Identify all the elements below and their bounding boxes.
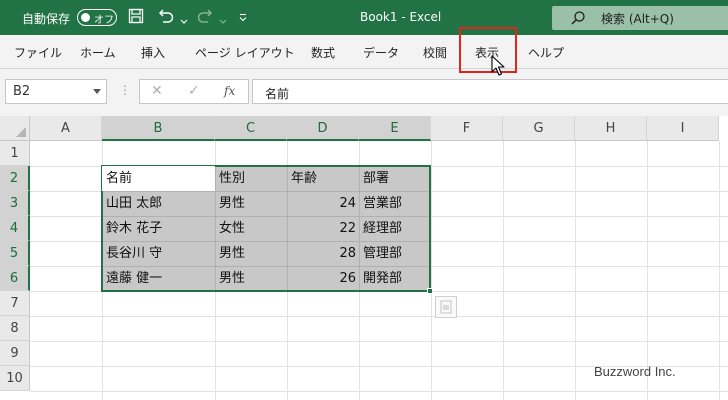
customize-toolbar-icon[interactable] [238, 12, 248, 26]
cell-b6[interactable]: 遠藤 健一 [106, 267, 211, 291]
formula-content: 名前 [265, 87, 290, 101]
gridline [30, 341, 728, 342]
tab-page-layout[interactable]: ページ レイアウト [195, 44, 295, 61]
name-box[interactable]: B2 [5, 79, 107, 104]
column-header-f[interactable]: F [431, 116, 503, 141]
formula-bar-area: B2 ⋮ ✕ ✓ fx 名前 [0, 69, 728, 116]
tab-review[interactable]: 校閲 [423, 44, 447, 61]
column-header-d[interactable]: D [287, 116, 359, 141]
toggle-knob [81, 12, 90, 22]
name-box-dropdown-icon[interactable] [93, 89, 101, 94]
fill-handle[interactable] [427, 288, 433, 294]
selection-gridline [215, 167, 216, 290]
select-all-icon [16, 127, 26, 137]
row-header-7[interactable]: 7 [0, 291, 30, 316]
undo-icon[interactable] [157, 8, 175, 27]
cell-e2[interactable]: 部署 [363, 167, 427, 191]
cell-b3[interactable]: 山田 太郎 [106, 192, 211, 216]
tab-view-highlight [459, 27, 517, 73]
cancel-icon[interactable]: ✕ [151, 83, 163, 99]
worksheet-grid[interactable]: A B C D E F G H I 1 2 3 4 5 6 7 8 9 10 名… [0, 116, 728, 400]
tab-formulas[interactable]: 数式 [311, 44, 335, 61]
gridline [647, 141, 648, 400]
save-icon[interactable] [128, 8, 144, 27]
cell-b2[interactable]: 名前 [106, 167, 211, 191]
formula-bar-resize-icon[interactable]: ⋮ [119, 83, 131, 97]
cell-d2[interactable]: 年齢 [291, 167, 355, 191]
watermark-text: Buzzword Inc. [594, 364, 676, 379]
undo-dropdown-icon[interactable] [180, 14, 188, 28]
row-header-9[interactable]: 9 [0, 341, 30, 366]
selection-gridline [359, 167, 360, 290]
cell-e4[interactable]: 経理部 [363, 217, 427, 241]
cell-d6[interactable]: 26 [289, 267, 356, 291]
formula-buttons: ✕ ✓ fx [139, 79, 249, 104]
document-title: Book1 - Excel [360, 10, 442, 24]
cell-c3[interactable]: 男性 [219, 192, 283, 216]
column-header-i[interactable]: I [647, 116, 719, 141]
gridline [30, 316, 728, 317]
title-bar: 自動保存 オフ Book1 - Excel 検索 (Alt+Q) [0, 0, 728, 35]
gridline [30, 391, 728, 392]
column-header-h[interactable]: H [575, 116, 647, 141]
quick-analysis-icon [440, 300, 452, 314]
ribbon-tab-bar: ファイル ホーム 挿入 ページ レイアウト 数式 データ 校閲 表示 ヘルプ [0, 35, 728, 69]
autosave-toggle[interactable]: オフ [77, 9, 117, 26]
name-box-value: B2 [13, 84, 31, 99]
row-header-10[interactable]: 10 [0, 366, 30, 391]
enter-icon[interactable]: ✓ [188, 83, 200, 99]
row-header-3[interactable]: 3 [0, 191, 30, 216]
row-header-2[interactable]: 2 [0, 166, 30, 191]
redo-icon[interactable] [196, 8, 214, 27]
gridline [431, 141, 432, 400]
column-header-c[interactable]: C [215, 116, 287, 141]
column-header-e[interactable]: E [359, 116, 431, 141]
cell-d4[interactable]: 22 [289, 217, 356, 241]
mouse-cursor-icon [491, 55, 505, 80]
column-header-b[interactable]: B [102, 116, 215, 141]
cell-d3[interactable]: 24 [289, 192, 356, 216]
select-all-button[interactable] [0, 116, 30, 141]
row-header-8[interactable]: 8 [0, 316, 30, 341]
tab-file[interactable]: ファイル [14, 44, 62, 61]
cell-c2[interactable]: 性別 [219, 167, 283, 191]
tab-insert[interactable]: 挿入 [141, 44, 165, 61]
search-placeholder: 検索 (Alt+Q) [601, 12, 674, 26]
tab-help[interactable]: ヘルプ [528, 44, 564, 61]
cell-e6[interactable]: 開発部 [363, 267, 427, 291]
formula-input[interactable]: 名前 [252, 79, 728, 104]
tab-home[interactable]: ホーム [80, 44, 116, 61]
column-header-a[interactable]: A [30, 116, 102, 141]
cell-e3[interactable]: 営業部 [363, 192, 427, 216]
gridline [575, 141, 576, 400]
gridline [719, 141, 720, 400]
row-header-5[interactable]: 5 [0, 241, 30, 266]
gridline [503, 141, 504, 400]
row-header-6[interactable]: 6 [0, 266, 30, 291]
cell-d5[interactable]: 28 [289, 242, 356, 266]
cell-c6[interactable]: 男性 [219, 267, 283, 291]
row-header-1[interactable]: 1 [0, 141, 30, 166]
column-header-g[interactable]: G [503, 116, 575, 141]
search-box[interactable]: 検索 (Alt+Q) [552, 6, 728, 30]
autosave-label: 自動保存 [22, 12, 71, 26]
insert-function-icon[interactable]: fx [224, 84, 235, 98]
cell-e5[interactable]: 管理部 [363, 242, 427, 266]
row-header-4[interactable]: 4 [0, 216, 30, 241]
tab-data[interactable]: データ [363, 44, 399, 61]
search-icon [570, 10, 586, 29]
cell-c4[interactable]: 女性 [219, 217, 283, 241]
selection-gridline [287, 167, 288, 290]
cell-b5[interactable]: 長谷川 守 [106, 242, 211, 266]
redo-dropdown-icon[interactable] [219, 14, 227, 28]
cell-c5[interactable]: 男性 [219, 242, 283, 266]
autosave-state: オフ [94, 15, 114, 26]
cell-b4[interactable]: 鈴木 花子 [106, 217, 211, 241]
quick-analysis-button[interactable] [435, 296, 457, 318]
